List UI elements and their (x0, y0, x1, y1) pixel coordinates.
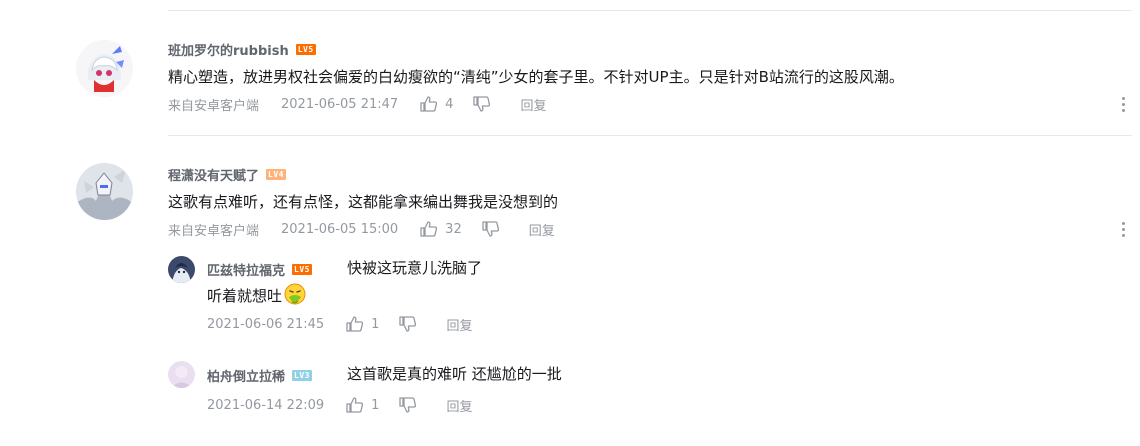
thumbs-up-icon (420, 96, 438, 112)
avatar-character-icon (168, 256, 195, 283)
like-count: 1 (371, 397, 380, 413)
level-badge: LV5 (292, 264, 312, 275)
divider-top (168, 10, 1132, 11)
username-text[interactable]: 柏舟倒立拉稀 (207, 366, 285, 385)
dislike-button[interactable] (399, 316, 417, 332)
reply-button[interactable]: 回复 (446, 315, 472, 334)
username-text[interactable]: 匹兹特拉福克 (207, 260, 285, 279)
like-count: 32 (445, 221, 462, 237)
username-text[interactable]: 班加罗尔的rubbish (168, 40, 289, 59)
level-badge: LV5 (295, 44, 316, 55)
like-count: 1 (371, 316, 380, 332)
more-vertical-icon[interactable] (1122, 222, 1126, 238)
reply-meta: 2021-06-06 21:45 1 回复 (207, 314, 472, 334)
reply-text-second-line: 听着就想吐 (207, 287, 283, 305)
vomit-emoji-icon (284, 283, 306, 305)
device-label: 来自安卓客户端 (168, 98, 260, 114)
level-badge: LV3 (292, 370, 312, 381)
reply-username[interactable]: 柏舟倒立拉稀 LV3 (207, 366, 312, 385)
comment-meta: 来自安卓客户端 2021-06-05 21:47 4 回复 (168, 94, 546, 114)
dislike-button[interactable] (473, 96, 491, 112)
timestamp: 2021-06-05 15:00 (281, 221, 399, 237)
comment-meta: 来自安卓客户端 2021-06-05 15:00 32 回复 (168, 219, 555, 239)
reply-button[interactable]: 回复 (529, 220, 555, 239)
reply-button[interactable]: 回复 (520, 95, 546, 114)
avatar-anime-girl-icon (76, 40, 133, 97)
like-button[interactable]: 1 (346, 316, 379, 332)
reply-text: 这首歌是真的难听 还尴尬的一批 (347, 365, 562, 383)
reply-meta: 2021-06-14 22:09 1 回复 (207, 395, 472, 415)
thumbs-down-icon (482, 221, 499, 237)
avatar[interactable] (168, 256, 195, 283)
reply-username[interactable]: 匹兹特拉福克 LV5 (207, 260, 312, 279)
reply-text-line2: 听着就想吐 (207, 283, 306, 306)
thumbs-up-icon (346, 397, 364, 413)
comment-username[interactable]: 班加罗尔的rubbish LV5 (168, 40, 316, 59)
comment-text: 这歌有点难听，还有点怪，这都能拿来编出舞我是没想到的 (168, 193, 559, 211)
like-button[interactable]: 1 (346, 397, 379, 413)
like-button[interactable]: 32 (420, 221, 462, 237)
dislike-button[interactable] (482, 221, 499, 237)
comment-username[interactable]: 程潇没有天赋了 LV4 (168, 165, 286, 184)
reply-text: 快被这玩意儿洗脑了 (347, 259, 483, 277)
timestamp: 2021-06-05 21:47 (281, 96, 399, 112)
reply-button[interactable]: 回复 (446, 396, 472, 415)
thumbs-up-icon (346, 316, 364, 332)
thumbs-up-icon (420, 221, 438, 237)
device-label: 来自安卓客户端 (168, 223, 260, 239)
comment-text: 精心塑造，放进男权社会偏爱的白幼瘦欲的“清纯”少女的套子里。不针对UP主。只是针… (168, 68, 904, 86)
like-button[interactable]: 4 (420, 96, 453, 112)
avatar[interactable] (76, 40, 133, 97)
level-badge: LV4 (266, 169, 286, 180)
avatar[interactable] (168, 361, 195, 388)
timestamp: 2021-06-06 21:45 (207, 316, 325, 332)
divider (168, 135, 1132, 136)
avatar-pastel-icon (168, 361, 195, 388)
more-vertical-icon[interactable] (1122, 97, 1126, 113)
like-count: 4 (445, 96, 454, 112)
avatar-mecha-icon (76, 163, 133, 220)
thumbs-down-icon (473, 96, 491, 112)
timestamp: 2021-06-14 22:09 (207, 397, 325, 413)
thumbs-down-icon (399, 397, 417, 413)
thumbs-down-icon (399, 316, 417, 332)
avatar[interactable] (76, 163, 133, 220)
dislike-button[interactable] (399, 397, 417, 413)
username-text[interactable]: 程潇没有天赋了 (168, 165, 259, 184)
